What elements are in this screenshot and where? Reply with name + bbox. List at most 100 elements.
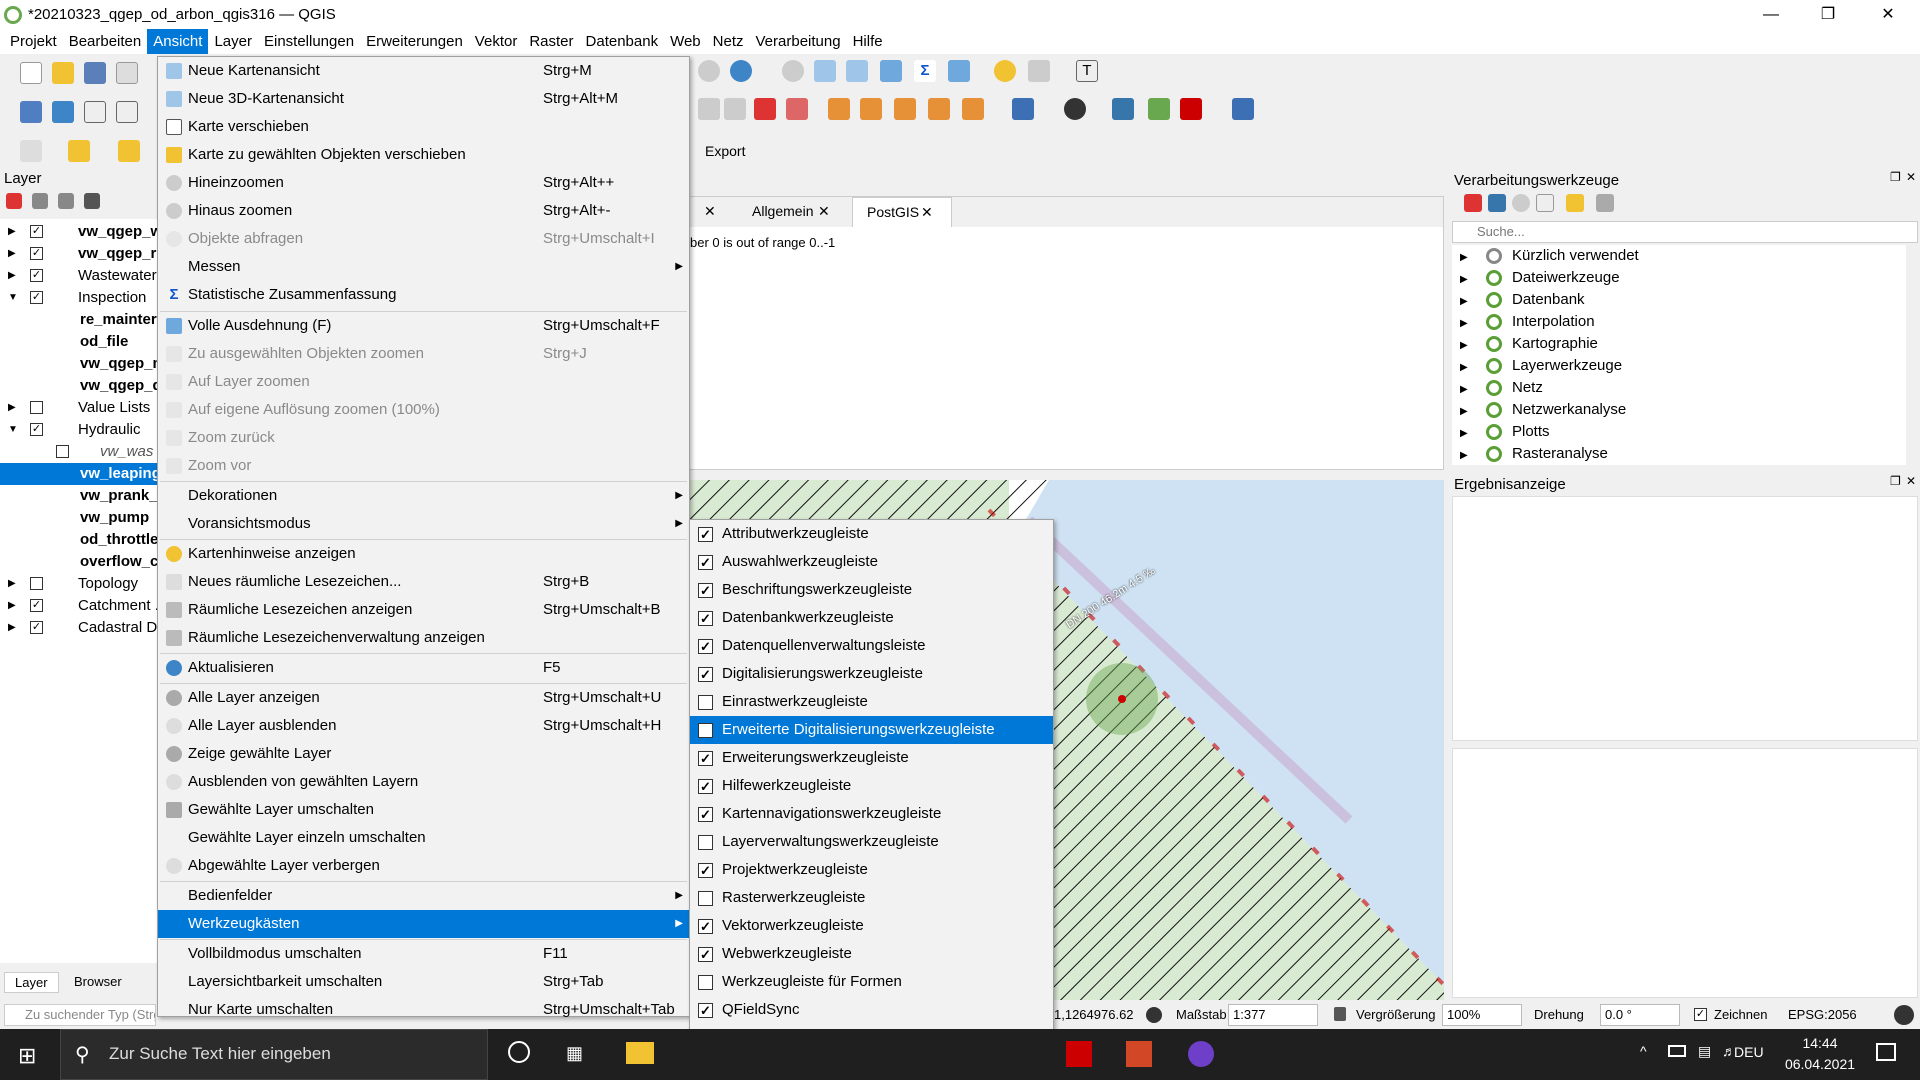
crs-button[interactable]: EPSG:2056 xyxy=(1788,1002,1857,1028)
clock-icon[interactable] xyxy=(698,60,720,82)
layer-row[interactable]: ▼ ✓ Inspection xyxy=(0,287,158,309)
menu-projekt[interactable]: Projekt xyxy=(4,29,63,54)
layer-row[interactable]: ▶ ✓ Cadastral D xyxy=(0,617,158,639)
menu-item-dekorationen[interactable]: Dekorationen ▶ xyxy=(158,482,689,510)
menu-item-zu-ausgewaehlten-zoomen[interactable]: Zu ausgewählten Objekten zoomen Strg+J xyxy=(158,340,689,368)
menu-item-abgewaehlte-verbergen[interactable]: Abgewählte Layer verbergen xyxy=(158,852,689,880)
toolbar-toggle-item[interactable]: Werkzeugleiste für Formen xyxy=(690,968,1053,996)
menu-item-auf-layer-zoomen[interactable]: Auf Layer zoomen xyxy=(158,368,689,396)
measure-icon[interactable] xyxy=(948,60,970,82)
processing-item[interactable]: ▶ Netzwerkanalyse xyxy=(1460,399,1900,421)
menu-item-nur-karte[interactable]: Nur Karte umschalten Strg+Umschalt+Tab xyxy=(158,996,689,1024)
layer-row[interactable]: ▶ ✓ vw_qgep_w xyxy=(0,221,158,243)
save-project-icon[interactable] xyxy=(84,62,106,84)
label-move-icon[interactable] xyxy=(828,98,850,120)
menu-item-kartenhinweise[interactable]: Kartenhinweise anzeigen xyxy=(158,540,689,568)
layer-row[interactable]: od_file xyxy=(0,331,158,353)
layer-row[interactable]: ▶ ✓ vw_qgep_re xyxy=(0,243,158,265)
close-tab-icon[interactable]: ✕ xyxy=(818,203,830,220)
processing-item[interactable]: ▶ Datenbank xyxy=(1460,289,1900,311)
menu-verarbeitung[interactable]: Verarbeitung xyxy=(750,29,847,54)
menu-item-voransichtsmodus[interactable]: Voransichtsmodus ▶ xyxy=(158,510,689,538)
select-features-icon[interactable] xyxy=(20,140,42,162)
checked-checkbox-icon[interactable]: ✓ xyxy=(698,583,713,598)
rotation-input[interactable]: 0.0 ° xyxy=(1600,1004,1680,1026)
scale-input[interactable]: 1:377 xyxy=(1228,1004,1318,1026)
menu-item-karte-zu-objekten[interactable]: Karte zu gewählten Objekten verschieben xyxy=(158,141,689,169)
checked-checkbox-icon[interactable]: ✓ xyxy=(698,863,713,878)
history-icon[interactable] xyxy=(1512,194,1530,212)
checked-checkbox-icon[interactable]: ✓ xyxy=(698,555,713,570)
acrobat-icon[interactable] xyxy=(1066,1041,1092,1067)
layer-row[interactable]: ▶ Topology xyxy=(0,573,158,595)
menu-item-layersichtbarkeit[interactable]: Layersichtbarkeit umschalten Strg+Tab xyxy=(158,968,689,996)
toolbar-toggle-item[interactable]: ✓ Erweiterungswerkzeugleiste xyxy=(690,744,1053,772)
menu-item-lesezeichen-anzeigen[interactable]: Räumliche Lesezeichen anzeigen Strg+Umsch… xyxy=(158,596,689,624)
processing-scrollbar[interactable] xyxy=(1906,245,1918,465)
network-icon[interactable]: ▤ xyxy=(1698,1043,1711,1060)
notifications-icon[interactable] xyxy=(1876,1043,1896,1061)
processing-item[interactable]: ▶ Rasteranalyse xyxy=(1460,443,1900,465)
processing-item[interactable]: ▶ Plotts xyxy=(1460,421,1900,443)
menu-item-hinaus-zoomen[interactable]: Hinaus zoomen Strg+Alt+- xyxy=(158,197,689,225)
globe-icon[interactable] xyxy=(1064,98,1086,120)
attribute-table-icon[interactable] xyxy=(68,140,90,162)
toolbar-toggle-item[interactable]: Einrastwerkzeugleiste xyxy=(690,688,1053,716)
print-layout-icon[interactable] xyxy=(116,62,138,84)
menu-item-alle-layer-ausblenden[interactable]: Alle Layer ausblenden Strg+Umschalt+H xyxy=(158,712,689,740)
menu-item-vollbildmodus[interactable]: Vollbildmodus umschalten F11 xyxy=(158,940,689,968)
label-props-icon[interactable] xyxy=(962,98,984,120)
identify-icon[interactable] xyxy=(782,60,804,82)
toolbar-toggle-item[interactable]: Rasterwerkzeugleiste xyxy=(690,884,1053,912)
task-view-icon[interactable]: ▦ xyxy=(566,1043,583,1064)
layer-row[interactable]: ▶ Value Lists xyxy=(0,397,158,419)
menu-item-neues-lesezeichen[interactable]: Neues räumliche Lesezeichen... Strg+B xyxy=(158,568,689,596)
menu-item-volle-ausdehnung[interactable]: Volle Ausdehnung (F) Strg+Umschalt+F xyxy=(158,312,689,340)
powerpoint-icon[interactable] xyxy=(1126,1041,1152,1067)
db-manager-icon[interactable] xyxy=(1012,98,1034,120)
bookmark-icon[interactable] xyxy=(1028,60,1050,82)
processing-search-input[interactable]: Suche... xyxy=(1452,221,1918,243)
minimize-button[interactable]: — xyxy=(1743,0,1799,29)
edit-pencil-icon[interactable] xyxy=(116,101,138,123)
text-annotation-icon[interactable]: T xyxy=(1076,60,1098,82)
toolbar-toggle-item[interactable]: ✓ Attributwerkzeugleiste xyxy=(690,520,1053,548)
menu-raster[interactable]: Raster xyxy=(523,29,579,54)
deselect-icon[interactable] xyxy=(118,140,140,162)
open-project-icon[interactable] xyxy=(52,62,74,84)
layer-row[interactable]: vw_pump xyxy=(0,507,158,529)
menu-item-neue-3d-kartenansicht[interactable]: Neue 3D-Kartenansicht Strg+Alt+M xyxy=(158,85,689,113)
tray-chevron-icon[interactable]: ^ xyxy=(1640,1043,1647,1059)
taskbar-search[interactable]: ⚲ Zur Suche Text hier eingeben xyxy=(60,1029,488,1080)
menu-hilfe[interactable]: Hilfe xyxy=(847,29,889,54)
close-tab-icon[interactable]: ✕ xyxy=(704,203,716,220)
cortana-icon[interactable] xyxy=(508,1041,530,1063)
tab-postgis-active[interactable]: PostGIS ✕ xyxy=(852,197,952,227)
menu-item-hineinzoomen[interactable]: Hineinzoomen Strg+Alt++ xyxy=(158,169,689,197)
menu-layer[interactable]: Layer xyxy=(208,29,258,54)
menu-item-messen[interactable]: Messen ▶ xyxy=(158,253,689,281)
layer-row[interactable]: overflow_c xyxy=(0,551,158,573)
layer-row-selected[interactable]: vw_leaping xyxy=(0,463,158,485)
menu-item-bedienfelder[interactable]: Bedienfelder ▶ xyxy=(158,882,689,910)
vertex-tool-icon[interactable] xyxy=(84,101,106,123)
clock-time[interactable]: 14:44 xyxy=(1790,1035,1850,1051)
menu-item-ausblenden-gewaehlte[interactable]: Ausblenden von gewählten Layern xyxy=(158,768,689,796)
menu-item-statistische-zusammenfassung[interactable]: Σ Statistische Zusammenfassung xyxy=(158,281,689,309)
menu-datenbank[interactable]: Datenbank xyxy=(580,29,665,54)
restore-button[interactable]: ❐ xyxy=(1800,0,1856,29)
messages-icon[interactable] xyxy=(1894,1005,1914,1025)
processing-item[interactable]: ▶ Netz xyxy=(1460,377,1900,399)
edit-features-icon[interactable] xyxy=(1566,194,1584,212)
options-icon[interactable] xyxy=(1596,194,1614,212)
toolbar-toggle-item[interactable]: ✓ Datenbankwerkzeugleiste xyxy=(690,604,1053,632)
lock-icon[interactable] xyxy=(1334,1007,1346,1021)
menu-web[interactable]: Web xyxy=(664,29,707,54)
processing-item[interactable]: ▶ Dateiwerkzeuge xyxy=(1460,267,1900,289)
menu-item-objekte-abfragen[interactable]: Objekte abfragen Strg+Umschalt+I xyxy=(158,225,689,253)
checked-checkbox-icon[interactable]: ✓ xyxy=(698,779,713,794)
toolbar-toggle-item[interactable]: ✓ Hilfewerkzeugleiste xyxy=(690,772,1053,800)
label-show-icon[interactable] xyxy=(860,98,882,120)
tab-browser[interactable]: Browser xyxy=(64,972,132,991)
layer-row[interactable]: ▶ ✓ Catchment . xyxy=(0,595,158,617)
